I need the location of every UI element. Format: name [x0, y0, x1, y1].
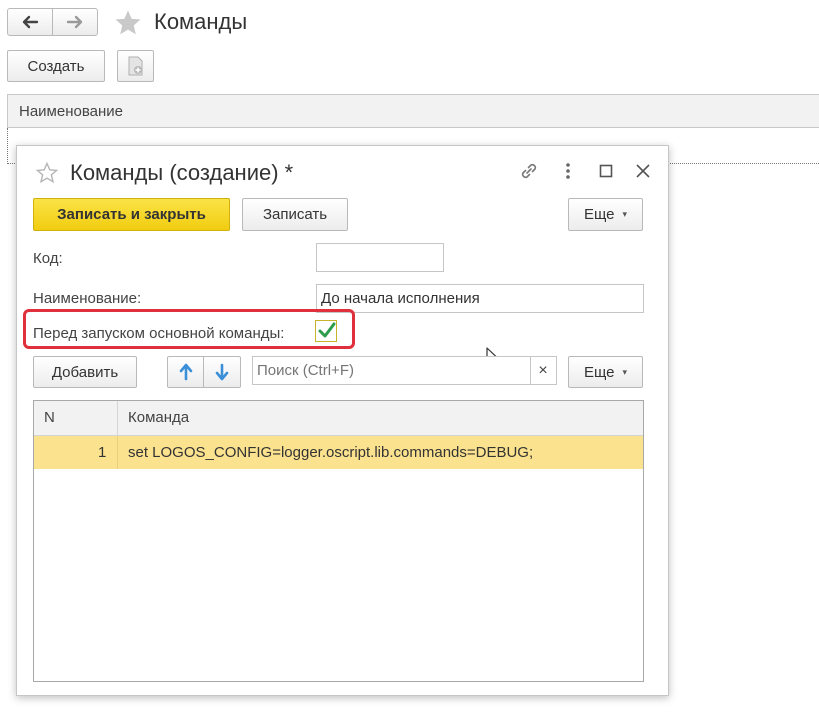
- favorite-star-icon[interactable]: [113, 8, 143, 41]
- document-add-icon: [127, 56, 145, 76]
- chevron-down-icon: ▾: [622, 366, 628, 377]
- table-row[interactable]: 1 set LOGOS_CONFIG=logger.oscript.lib.co…: [34, 436, 643, 469]
- move-up-button[interactable]: [167, 356, 204, 388]
- page-title: Команды: [154, 9, 248, 34]
- checkmark-icon: [317, 321, 337, 341]
- search-input[interactable]: [252, 356, 531, 385]
- code-field[interactable]: [316, 243, 444, 272]
- column-header-name[interactable]: Наименование: [19, 103, 123, 120]
- favorite-star-icon[interactable]: [35, 161, 59, 188]
- save-and-close-button[interactable]: Записать и закрыть: [33, 198, 230, 231]
- arrow-up-icon: [179, 363, 193, 381]
- link-icon[interactable]: [518, 160, 540, 185]
- close-icon[interactable]: [635, 163, 651, 182]
- create-button[interactable]: Создать: [7, 50, 105, 82]
- arrow-right-icon: [66, 15, 84, 29]
- table-header: N Команда: [34, 401, 643, 436]
- forward-button[interactable]: [52, 8, 98, 36]
- arrow-down-icon: [215, 363, 229, 381]
- more-button[interactable]: Еще ▾: [568, 198, 643, 231]
- list-header: Наименование: [7, 94, 819, 128]
- column-header-command[interactable]: Команда: [128, 409, 189, 426]
- move-down-button[interactable]: [203, 356, 241, 388]
- name-label: Наименование:: [33, 290, 142, 307]
- row-number: 1: [98, 444, 107, 461]
- add-button[interactable]: Добавить: [33, 356, 137, 388]
- table-more-button[interactable]: Еще ▾: [568, 356, 643, 388]
- column-separator: [117, 436, 118, 469]
- column-header-n[interactable]: N: [44, 409, 55, 426]
- save-button[interactable]: Записать: [242, 198, 348, 231]
- clear-icon: ×: [538, 361, 548, 379]
- code-label: Код:: [33, 250, 63, 267]
- table-more-label: Еще: [583, 363, 615, 381]
- chevron-down-icon: ▾: [622, 209, 628, 219]
- dialog-title: Команды (создание) *: [70, 160, 294, 185]
- before-main-label: Перед запуском основной команды:: [33, 325, 285, 342]
- row-command: set LOGOS_CONFIG=logger.oscript.lib.comm…: [128, 444, 534, 461]
- dialog-window: Команды (создание) * Записать и закрыть …: [16, 145, 669, 696]
- name-field[interactable]: [316, 284, 644, 313]
- maximize-icon[interactable]: [599, 164, 613, 181]
- before-main-checkbox[interactable]: [315, 320, 337, 342]
- commands-table: N Команда 1 set LOGOS_CONFIG=logger.oscr…: [33, 400, 644, 682]
- more-vertical-icon[interactable]: [564, 161, 572, 184]
- arrow-left-icon: [21, 15, 39, 29]
- more-button-label: Еще: [583, 206, 615, 223]
- back-button[interactable]: [7, 8, 53, 36]
- copy-button[interactable]: [117, 50, 154, 82]
- search-clear-button[interactable]: ×: [530, 356, 557, 385]
